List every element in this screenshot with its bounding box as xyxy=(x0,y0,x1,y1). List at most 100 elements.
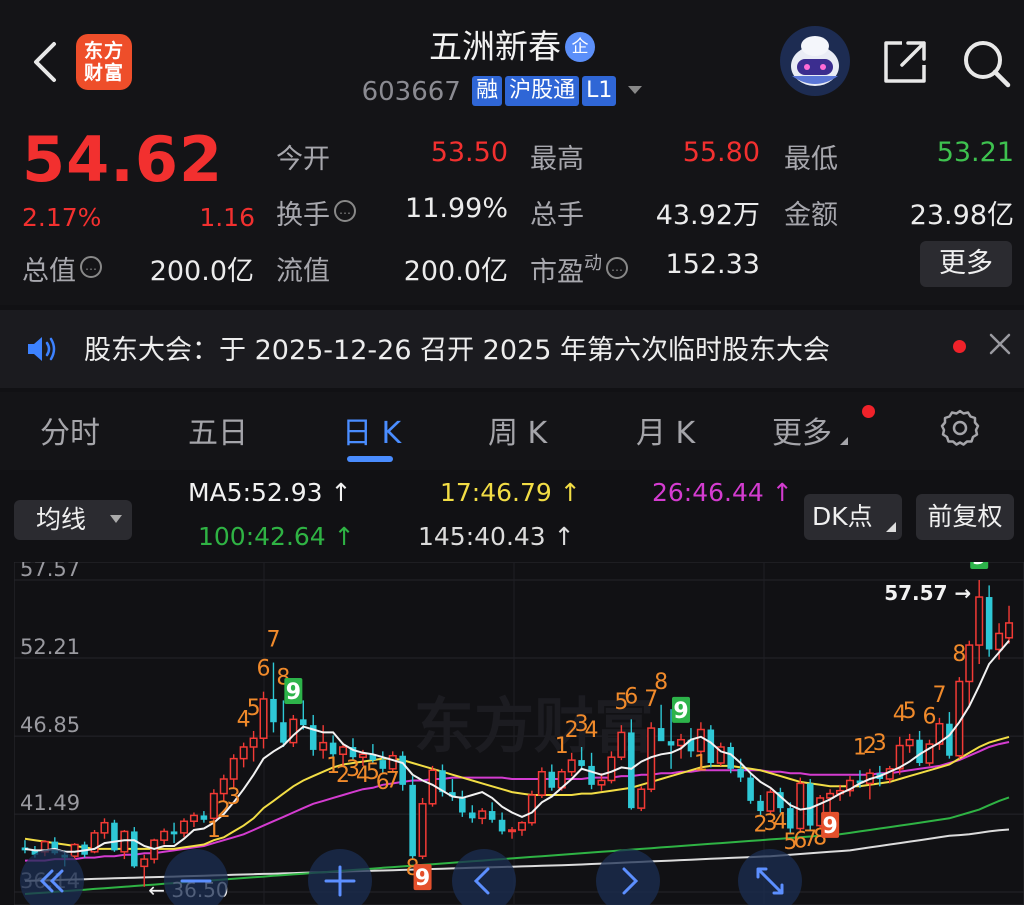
open-label: 今开 xyxy=(276,144,330,175)
pe-label-text: 市盈 xyxy=(530,257,584,288)
candle-body xyxy=(280,722,287,743)
turnover-label-text: 换手 xyxy=(276,200,330,231)
chevron-down-icon[interactable] xyxy=(628,86,643,94)
candle-body xyxy=(946,723,953,756)
td-count-label: 5 xyxy=(903,699,917,724)
candle-body xyxy=(916,739,923,764)
tab-day-k[interactable]: 日 K xyxy=(342,408,401,452)
candle-body xyxy=(985,597,993,650)
current-price: 54.62 xyxy=(22,123,224,196)
candle-body xyxy=(409,784,416,857)
tab-more-label: 更多 xyxy=(772,416,832,451)
candle-body xyxy=(548,771,556,788)
corner-triangle-icon xyxy=(840,437,848,445)
candle-body xyxy=(637,788,646,809)
candle-body xyxy=(607,756,616,782)
more-button[interactable]: 更多 xyxy=(920,241,1012,287)
td-count-label: 6 xyxy=(624,684,638,709)
share-icon[interactable] xyxy=(880,37,930,87)
change-percent: 2.17% xyxy=(22,203,102,232)
y-tick-label: 52.21 xyxy=(20,635,80,659)
dropdown-icon xyxy=(110,515,122,523)
td-count-label: 7 xyxy=(386,769,400,794)
candlestick-chart[interactable]: 57.5752.2146.8541.4936.14东方财富12345678912… xyxy=(14,562,1024,905)
candle-body xyxy=(507,829,517,833)
td-count-label: 7 xyxy=(932,683,946,708)
unread-dot xyxy=(953,340,966,353)
speaker-icon xyxy=(28,337,56,361)
change-amount: 1.16 xyxy=(199,203,255,232)
stock-name: 五洲新春 xyxy=(429,27,561,66)
tab-intraday[interactable]: 分时 xyxy=(40,408,100,452)
pe-label: 市盈动… xyxy=(530,249,628,289)
td-count-label: 5 xyxy=(247,696,261,721)
td-count-label: 9 xyxy=(286,680,301,705)
candle-body xyxy=(468,812,476,819)
period-tabs: 分时 五日 日 K 周 K 月 K 更多 xyxy=(0,392,1024,470)
candle-body xyxy=(100,821,109,834)
ma5-value: MA5:52.93 ↑ xyxy=(188,478,352,507)
candle-body xyxy=(517,821,527,831)
candle-body xyxy=(975,596,984,646)
max-price-label: 57.57 → xyxy=(884,581,971,605)
candle-body xyxy=(329,742,337,755)
tab-month-k[interactable]: 月 K xyxy=(636,408,695,452)
tag-margin: 融 xyxy=(472,76,503,106)
tag-hk-connect: 沪股通 xyxy=(505,76,580,106)
candle-body xyxy=(1004,622,1014,639)
adjust-mode-button[interactable]: 前复权 xyxy=(916,494,1014,540)
ma145-value: 145:40.43 ↑ xyxy=(418,522,575,551)
candle-body xyxy=(747,777,754,801)
amount-label: 金额 xyxy=(784,200,838,231)
td-count-label: 9 xyxy=(415,866,430,891)
candle-body xyxy=(628,732,635,809)
candle-body xyxy=(905,738,914,747)
corner-triangle-icon xyxy=(886,522,896,532)
dk-point-button[interactable]: DK点 xyxy=(804,494,902,540)
td-count-label: 9 xyxy=(673,699,688,724)
ma100-value: 100:42.64 ↑ xyxy=(198,522,355,551)
info-icon[interactable]: … xyxy=(334,200,356,222)
candle-body xyxy=(787,808,794,829)
candle-body xyxy=(160,830,169,841)
pe-value: 152.33 xyxy=(665,249,760,280)
candle-body xyxy=(289,718,298,744)
candle-body xyxy=(111,822,118,851)
info-icon[interactable]: … xyxy=(606,257,628,279)
tab-more[interactable]: 更多 xyxy=(772,408,848,452)
candle-body xyxy=(300,719,307,726)
td-count-label: 8 xyxy=(952,642,966,667)
tab-five-day[interactable]: 五日 xyxy=(188,408,248,452)
candle-body xyxy=(567,759,576,773)
notice-bar[interactable]: 股东大会：于 2025-12-26 召开 2025 年第六次临时股东大会 xyxy=(0,310,1024,388)
td-count-label: 6 xyxy=(923,705,937,730)
market-cap-value: 200.0亿 xyxy=(149,256,254,287)
td-count-label: 1 xyxy=(694,751,708,776)
stock-code-line[interactable]: 603667 融沪股通 L1 xyxy=(0,76,1024,107)
candle-body xyxy=(597,779,606,786)
candle-body xyxy=(588,765,595,785)
gear-icon[interactable] xyxy=(940,408,980,448)
candle-body xyxy=(120,830,129,853)
candle-body xyxy=(70,843,79,857)
search-icon[interactable] xyxy=(960,37,1012,89)
candle-body xyxy=(757,800,764,812)
enterprise-badge-icon: 企 xyxy=(565,32,595,62)
market-cap-label: 总值… xyxy=(22,249,102,288)
tag-level1: L1 xyxy=(582,76,617,106)
ma-selector[interactable]: 均线 xyxy=(14,500,132,540)
volume-label: 总手 xyxy=(530,200,584,231)
td-count-label: 9 xyxy=(822,814,837,839)
candle-body xyxy=(707,729,715,764)
close-icon[interactable] xyxy=(988,332,1012,356)
info-icon[interactable]: … xyxy=(80,256,102,278)
candle-body xyxy=(766,791,775,812)
quote-panel: 54.62 2.17% 1.16 今开 53.50 最高 55.80 最低 53… xyxy=(0,115,1024,305)
turnover-label: 换手… xyxy=(276,193,356,232)
tab-week-k[interactable]: 周 K xyxy=(488,408,547,452)
dk-point-label: DK点 xyxy=(812,502,873,531)
candle-body xyxy=(270,698,277,723)
candle-body xyxy=(140,858,149,868)
candle-body xyxy=(189,814,198,822)
robot-avatar[interactable] xyxy=(780,26,850,96)
